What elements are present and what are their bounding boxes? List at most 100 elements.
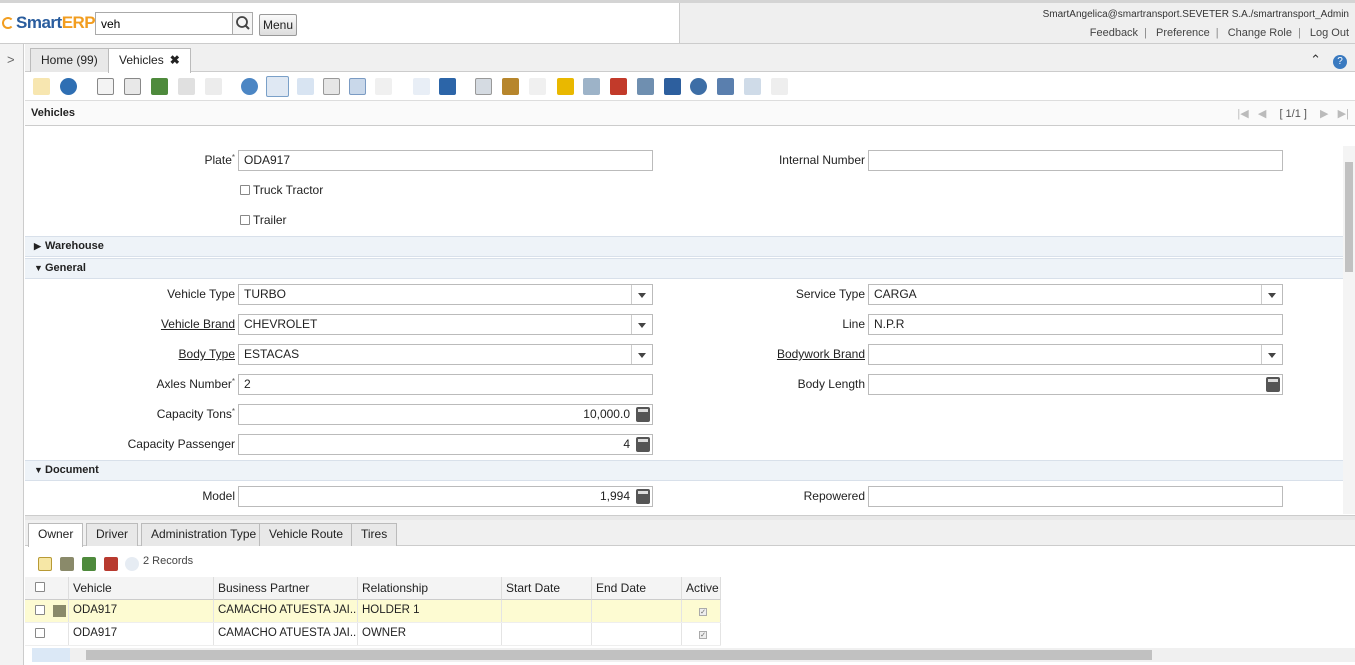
- tab-driver[interactable]: Driver: [86, 523, 138, 546]
- archive-icon[interactable]: [502, 78, 519, 95]
- save-row-icon[interactable]: [104, 557, 118, 571]
- refresh-grid-icon[interactable]: [125, 557, 139, 571]
- internal-number-field[interactable]: [868, 150, 1283, 171]
- new-row-icon[interactable]: [38, 557, 52, 571]
- bodywork-brand-label[interactable]: Bodywork Brand: [725, 347, 865, 361]
- column-header[interactable]: Start Date: [502, 577, 592, 600]
- tab-vehicle-route[interactable]: Vehicle Route: [259, 523, 354, 546]
- scrollbar-thumb[interactable]: [86, 650, 1152, 660]
- vehicle-brand-select[interactable]: CHEVROLET: [238, 314, 653, 335]
- dropdown-arrow-icon[interactable]: [1261, 345, 1282, 364]
- line-field[interactable]: N.P.R: [868, 314, 1283, 335]
- export-icon[interactable]: [717, 78, 734, 95]
- grid-horizontal-scrollbar[interactable]: [70, 648, 1355, 662]
- capacity-tons-field[interactable]: 10,000.0: [238, 404, 653, 425]
- request-icon[interactable]: [637, 78, 654, 95]
- section-document[interactable]: ▼ Document: [25, 460, 1343, 481]
- trailer-checkbox[interactable]: [240, 215, 250, 225]
- body-length-field[interactable]: [868, 374, 1283, 395]
- edit-row-icon[interactable]: [53, 605, 66, 617]
- menu-button[interactable]: Menu: [259, 14, 297, 36]
- calculator-icon[interactable]: [636, 407, 650, 422]
- chat-icon[interactable]: [323, 78, 340, 95]
- collapse-header-icon[interactable]: ⌃: [1310, 52, 1321, 67]
- body-type-select[interactable]: ESTACAS: [238, 344, 653, 365]
- repowered-field[interactable]: [868, 486, 1283, 507]
- tab-tires[interactable]: Tires: [351, 523, 398, 546]
- delete-row-icon[interactable]: [82, 557, 96, 571]
- save-new-icon[interactable]: [205, 78, 222, 95]
- workflow-icon[interactable]: [610, 78, 627, 95]
- bodywork-brand-select[interactable]: [868, 344, 1283, 365]
- tab-administration-type[interactable]: Administration Type: [141, 523, 267, 546]
- settings-icon[interactable]: [690, 78, 707, 95]
- logo[interactable]: SmartERP: [2, 13, 96, 33]
- refresh-icon[interactable]: [241, 78, 258, 95]
- next-record-icon[interactable]: ▶: [1320, 108, 1328, 120]
- close-tab-icon[interactable]: ✖: [170, 53, 180, 67]
- detail-record-icon[interactable]: [439, 78, 456, 95]
- post-icon[interactable]: [771, 78, 788, 95]
- vehicle-type-select[interactable]: TURBO: [238, 284, 653, 305]
- select-all-checkbox[interactable]: [35, 582, 45, 592]
- change-role-link[interactable]: Change Role: [1228, 27, 1292, 39]
- undo-icon[interactable]: [33, 78, 50, 95]
- section-general[interactable]: ▼ General: [25, 258, 1343, 279]
- delete-record-icon[interactable]: [151, 78, 168, 95]
- zoom-across-icon[interactable]: [583, 78, 600, 95]
- row-checkbox[interactable]: [35, 628, 45, 638]
- column-header[interactable]: Vehicle: [69, 577, 214, 600]
- logout-link[interactable]: Log Out: [1310, 27, 1349, 39]
- feedback-link[interactable]: Feedback: [1090, 27, 1138, 39]
- report-icon[interactable]: [475, 78, 492, 95]
- new-record-icon[interactable]: [97, 78, 114, 95]
- attachment-icon[interactable]: [297, 78, 314, 95]
- expand-panel-icon[interactable]: >: [7, 52, 15, 67]
- previous-record-icon[interactable]: ◀: [1258, 108, 1266, 120]
- parent-record-icon[interactable]: [413, 78, 430, 95]
- find-icon[interactable]: [266, 76, 289, 97]
- help-circle-icon[interactable]: [60, 78, 77, 95]
- print-icon[interactable]: [529, 78, 546, 95]
- body-type-label[interactable]: Body Type: [85, 347, 235, 361]
- lock-icon[interactable]: [557, 78, 574, 95]
- form-scrollbar[interactable]: [1343, 146, 1355, 514]
- dropdown-arrow-icon[interactable]: [631, 285, 652, 304]
- table-row[interactable]: ODA917 CAMACHO ATUESTA JAI... OWNER ✓: [25, 623, 721, 646]
- search-button[interactable]: [232, 13, 252, 34]
- select-all-header[interactable]: [25, 577, 69, 600]
- column-header[interactable]: Business Partner: [214, 577, 358, 600]
- scrollbar-thumb[interactable]: [1345, 162, 1353, 272]
- calculator-icon[interactable]: [1266, 377, 1280, 392]
- plate-field[interactable]: ODA917: [238, 150, 653, 171]
- tab-owner[interactable]: Owner: [28, 523, 84, 547]
- service-type-select[interactable]: CARGA: [868, 284, 1283, 305]
- table-row[interactable]: ODA917 CAMACHO ATUESTA JAI... HOLDER 1 ✓: [25, 600, 721, 623]
- history-icon[interactable]: [375, 78, 392, 95]
- section-warehouse[interactable]: ▶ Warehouse: [25, 236, 1343, 257]
- grid-toggle-icon[interactable]: [349, 78, 366, 95]
- tab-vehicles[interactable]: Vehicles ✖: [108, 48, 191, 73]
- preference-link[interactable]: Preference: [1156, 27, 1210, 39]
- last-record-icon[interactable]: ▶|: [1338, 108, 1349, 120]
- capacity-passenger-field[interactable]: 4: [238, 434, 653, 455]
- truck-tractor-checkbox[interactable]: [240, 185, 250, 195]
- product-info-icon[interactable]: [664, 78, 681, 95]
- calculator-icon[interactable]: [636, 489, 650, 504]
- import-icon[interactable]: [744, 78, 761, 95]
- edit-row-icon[interactable]: [60, 557, 74, 571]
- dropdown-arrow-icon[interactable]: [631, 315, 652, 334]
- save-icon[interactable]: [178, 78, 195, 95]
- model-field[interactable]: 1,994: [238, 486, 653, 507]
- tab-home[interactable]: Home (99): [30, 48, 109, 72]
- column-header[interactable]: Relationship: [358, 577, 502, 600]
- row-checkbox[interactable]: [35, 605, 45, 615]
- help-icon[interactable]: ?: [1333, 55, 1347, 69]
- vehicle-brand-label[interactable]: Vehicle Brand: [85, 317, 235, 331]
- column-header[interactable]: End Date: [592, 577, 682, 600]
- copy-record-icon[interactable]: [124, 78, 141, 95]
- column-header[interactable]: Active: [682, 577, 721, 600]
- calculator-icon[interactable]: [636, 437, 650, 452]
- axles-number-field[interactable]: 2: [238, 374, 653, 395]
- dropdown-arrow-icon[interactable]: [1261, 285, 1282, 304]
